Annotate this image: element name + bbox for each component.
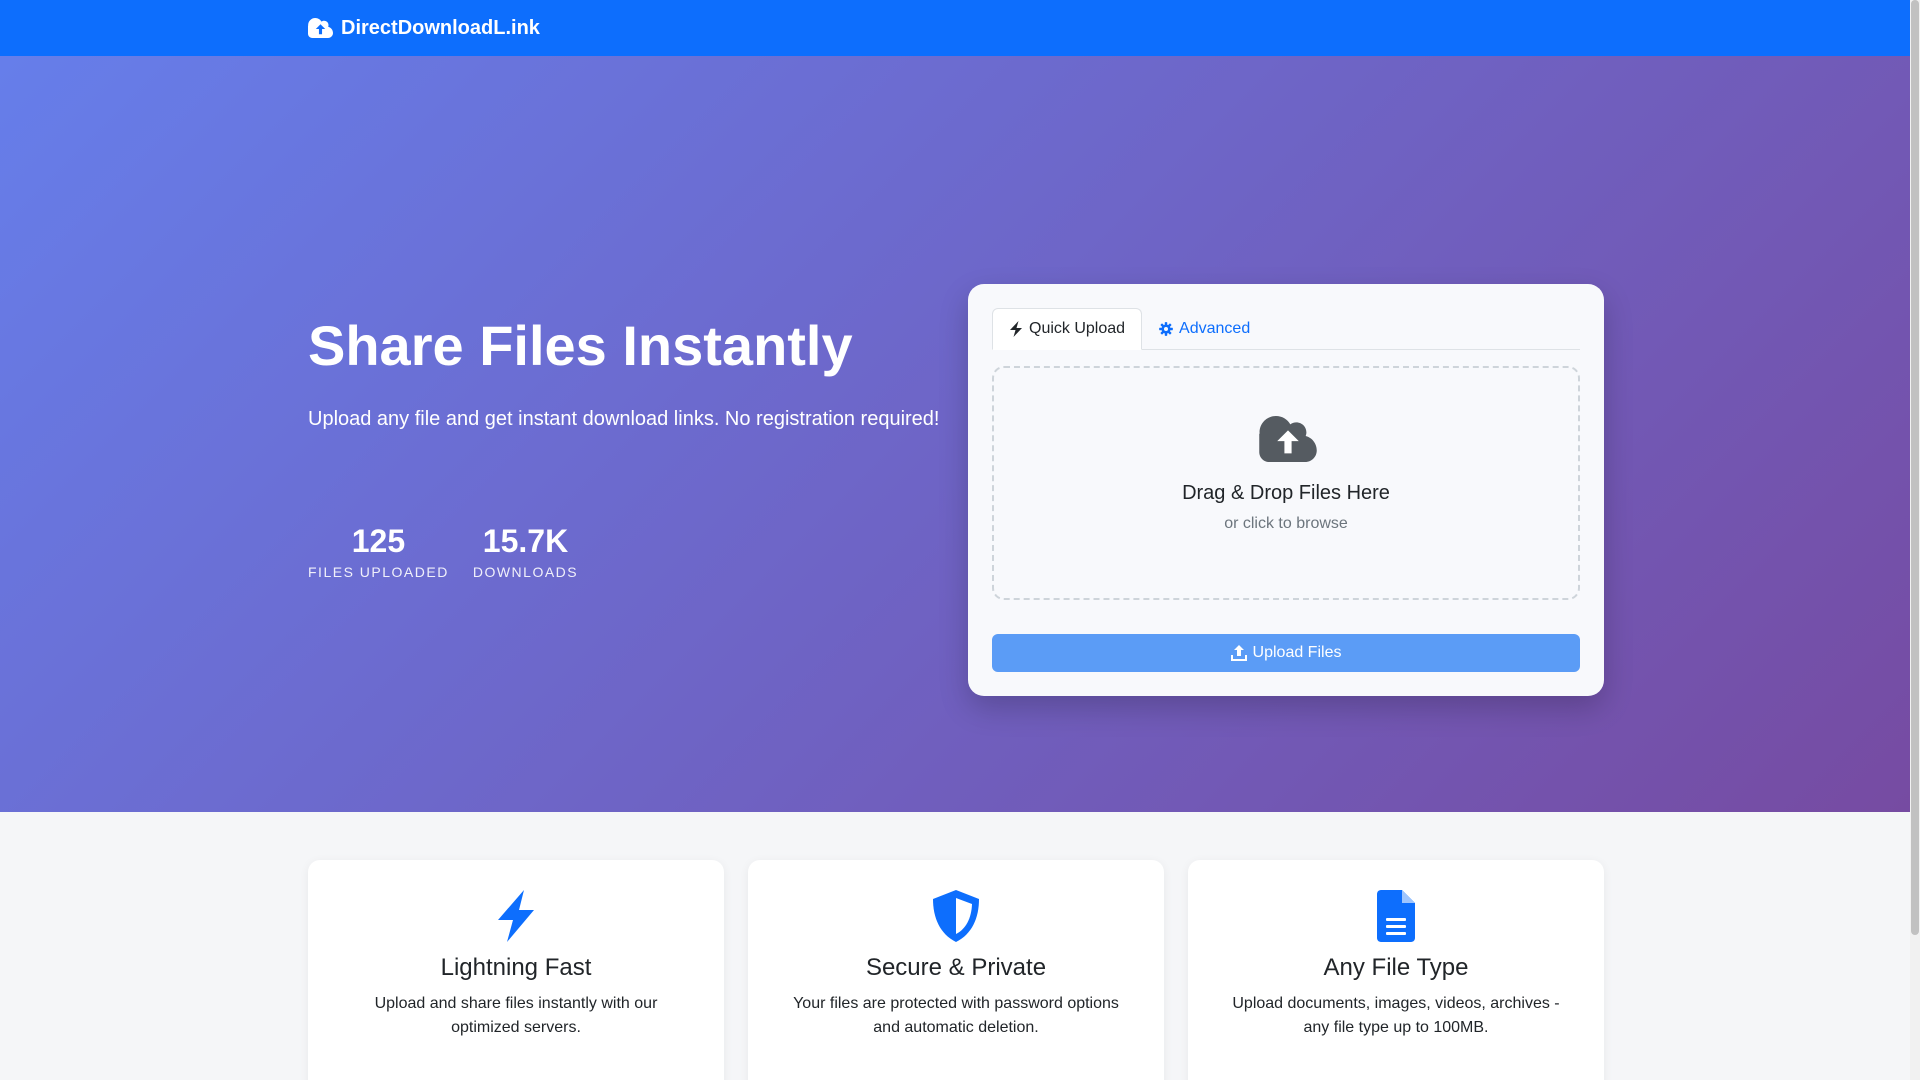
lightning-icon bbox=[498, 890, 534, 942]
upload-button-label: Upload Files bbox=[1252, 644, 1342, 661]
hero-title: Share Files Instantly bbox=[308, 314, 853, 377]
feature-title: Secure & Private bbox=[865, 954, 1047, 981]
dropzone-title: Drag & Drop Files Here bbox=[1182, 482, 1390, 504]
stat-label: FILES UPLOADED bbox=[308, 564, 449, 581]
brand-link[interactable]: DirectDownloadL.ink bbox=[308, 15, 540, 41]
lightning-icon bbox=[1010, 321, 1022, 337]
scrollbar[interactable] bbox=[1910, 0, 1920, 1080]
upload-files-button[interactable]: Upload Files bbox=[992, 634, 1580, 672]
stat-downloads: 15.7K DOWNLOADS bbox=[473, 522, 578, 580]
cloud-upload-icon bbox=[1259, 416, 1317, 462]
stats: 125 FILES UPLOADED 15.7K DOWNLOADS bbox=[308, 522, 578, 580]
tab-label: Advanced bbox=[1179, 320, 1251, 337]
feature-card-secure-private: Secure & Private Your files are protecte… bbox=[748, 860, 1164, 1080]
feature-title: Lightning Fast bbox=[440, 954, 592, 981]
stat-value: 125 bbox=[351, 523, 406, 559]
gear-icon bbox=[1159, 322, 1173, 336]
hero-subtitle: Upload any file and get instant download… bbox=[308, 408, 940, 430]
navbar: DirectDownloadL.ink bbox=[0, 0, 1910, 56]
scrollbar-thumb[interactable] bbox=[1911, 0, 1919, 935]
tab-advanced[interactable]: Advanced bbox=[1142, 308, 1267, 350]
feature-description: Your files are protected with password o… bbox=[793, 995, 1119, 1036]
tab-quick-upload[interactable]: Quick Upload bbox=[992, 308, 1143, 350]
stat-value: 15.7K bbox=[482, 523, 569, 559]
upload-icon bbox=[1230, 645, 1247, 661]
feature-description: Upload and share files instantly with ou… bbox=[374, 995, 658, 1036]
page: DirectDownloadL.ink Share Files Instantl… bbox=[0, 0, 1910, 1080]
shield-icon bbox=[933, 890, 979, 942]
upload-card: Quick Upload Advanced Drag & Drop Files … bbox=[968, 284, 1604, 696]
dropzone-subtitle: or click to browse bbox=[1224, 515, 1348, 532]
feature-card-any-file-type: Any File Type Upload documents, images, … bbox=[1188, 860, 1604, 1080]
stat-files-uploaded: 125 FILES UPLOADED bbox=[308, 522, 449, 580]
feature-card-lightning-fast: Lightning Fast Upload and share files in… bbox=[308, 860, 724, 1080]
brand-name: DirectDownloadL.ink bbox=[341, 16, 540, 39]
file-icon bbox=[1377, 890, 1415, 942]
hero-section: Share Files Instantly Upload any file an… bbox=[0, 56, 1910, 812]
cloud-upload-icon bbox=[308, 18, 333, 38]
stat-label: DOWNLOADS bbox=[472, 564, 579, 581]
tab-label: Quick Upload bbox=[1029, 320, 1126, 337]
dropzone[interactable]: Drag & Drop Files Here or click to brows… bbox=[992, 366, 1580, 600]
upload-tabs: Quick Upload Advanced bbox=[992, 308, 1580, 350]
feature-description: Upload documents, images, videos, archiv… bbox=[1232, 995, 1560, 1036]
feature-title: Any File Type bbox=[1323, 954, 1469, 981]
